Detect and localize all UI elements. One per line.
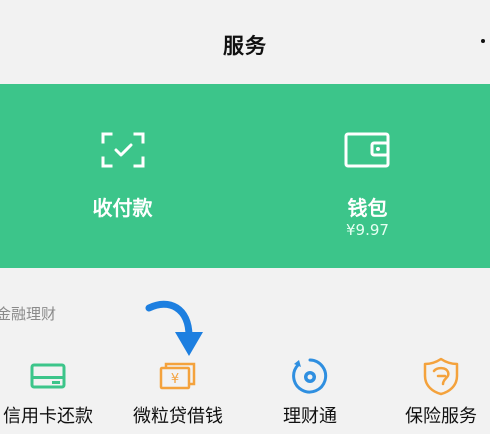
payment-banner: 收付款 钱包 ¥9.97 — [0, 84, 490, 268]
credit-card-repay-button[interactable]: 信用卡还款 — [0, 356, 109, 434]
credit-card-icon — [30, 363, 66, 389]
wealth-button[interactable]: 理财通 — [249, 356, 371, 434]
receive-pay-label: 收付款 — [92, 196, 153, 220]
wallet-icon — [344, 132, 390, 168]
loan-button[interactable]: ¥ 微粒贷借钱 — [117, 356, 239, 434]
finance-section: 金融理财 信用卡还款 ¥ 微粒贷借钱 理财通 保险服务 — [0, 268, 490, 434]
credit-card-repay-label: 信用卡还款 — [3, 406, 93, 427]
services-page: 服务 收付款 钱包 ¥9.97 金融理财 信用卡还款 ¥ 微粒贷借钱 理财通 保… — [0, 0, 490, 434]
wealth-label: 理财通 — [283, 406, 337, 427]
insurance-button[interactable]: 保险服务 — [380, 356, 490, 434]
header: 服务 — [0, 0, 490, 84]
loan-label: 微粒贷借钱 — [133, 406, 223, 427]
wealth-icon — [292, 358, 328, 394]
wallet-label: 钱包 — [347, 196, 388, 220]
more-dots-icon[interactable] — [481, 39, 485, 43]
section-title: 金融理财 — [0, 305, 57, 323]
wallet-button[interactable]: 钱包 ¥9.97 — [245, 84, 490, 268]
receive-pay-button[interactable]: 收付款 — [0, 84, 245, 268]
insurance-icon — [423, 357, 459, 396]
wallet-balance: ¥9.97 — [346, 221, 389, 239]
insurance-label: 保险服务 — [405, 406, 477, 427]
page-title: 服务 — [223, 34, 267, 58]
pointer-arrow-icon — [145, 300, 203, 356]
svg-text:¥: ¥ — [171, 372, 179, 387]
scan-qr-icon — [101, 132, 145, 168]
